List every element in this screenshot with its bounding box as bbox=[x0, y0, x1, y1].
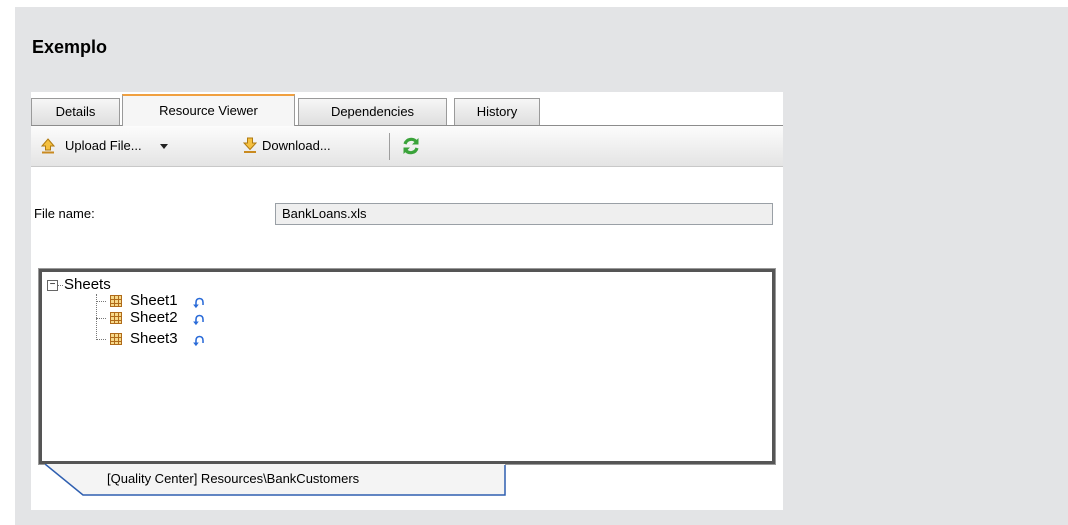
sheet-grid-icon bbox=[110, 333, 122, 345]
tree-connector bbox=[96, 339, 106, 340]
tree-item-sheet[interactable]: Sheet3 bbox=[130, 331, 178, 347]
tree-root-sheets[interactable]: Sheets bbox=[64, 277, 111, 293]
bottom-tab-label: [Quality Center] Resources\BankCustomers bbox=[107, 471, 360, 486]
tree-item-sheet[interactable]: Sheet1 bbox=[130, 293, 178, 309]
tab-dependencies[interactable]: Dependencies bbox=[298, 98, 447, 125]
toolbar: Upload File... Download... bbox=[31, 126, 783, 167]
sheets-tree[interactable]: − Sheets Sheet1 ⮏ Sheet2 ⮏ Sheet3 ⮏ bbox=[38, 268, 776, 465]
tree-connector bbox=[58, 285, 63, 286]
linked-arrow-icon: ⮏ bbox=[193, 333, 205, 349]
refresh-icon bbox=[403, 137, 419, 155]
tab-history[interactable]: History bbox=[454, 98, 540, 125]
dropdown-arrow-icon[interactable] bbox=[160, 144, 168, 149]
bottom-tab[interactable]: [Quality Center] Resources\BankCustomers bbox=[45, 464, 525, 504]
sheet-grid-icon bbox=[110, 295, 122, 307]
upload-arrow-icon bbox=[41, 138, 55, 154]
example-panel: Exemplo Details Dependencies History Res… bbox=[15, 7, 1068, 525]
upload-file-label: Upload File... bbox=[65, 138, 142, 153]
download-arrow-icon bbox=[243, 137, 257, 153]
tree-connector bbox=[96, 301, 106, 302]
upload-file-button[interactable]: Upload File... bbox=[41, 126, 201, 166]
tree-item-sheet[interactable]: Sheet2 bbox=[130, 310, 178, 326]
tab-details[interactable]: Details bbox=[31, 98, 120, 125]
download-label: Download... bbox=[262, 138, 331, 153]
tab-bar: Details Dependencies History Resource Vi… bbox=[31, 92, 783, 126]
download-button[interactable]: Download... bbox=[243, 126, 383, 166]
file-name-field[interactable]: BankLoans.xls bbox=[275, 203, 773, 225]
tree-connector bbox=[96, 318, 106, 319]
file-name-label: File name: bbox=[34, 206, 95, 221]
page-heading: Exemplo bbox=[32, 37, 108, 57]
sheet-grid-icon bbox=[110, 312, 122, 324]
toolbar-separator bbox=[389, 133, 390, 160]
collapse-toggle-icon[interactable]: − bbox=[47, 280, 58, 291]
refresh-button[interactable] bbox=[401, 126, 423, 166]
tab-resource-viewer[interactable]: Resource Viewer bbox=[122, 94, 295, 126]
resource-viewer-window: Details Dependencies History Resource Vi… bbox=[31, 92, 783, 510]
